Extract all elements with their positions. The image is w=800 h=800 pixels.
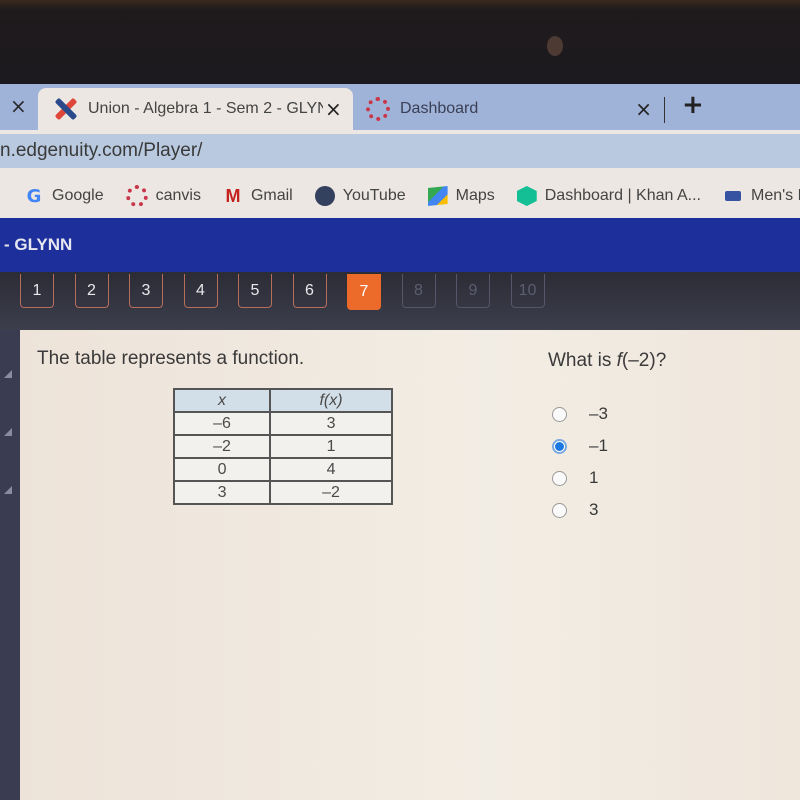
canvas-icon [125,185,148,207]
google-icon: G [26,185,42,207]
screen-bezel [0,0,800,84]
url-text: n.edgenuity.com/Player/ [0,140,203,161]
question-nav-button-1[interactable]: 1 [20,274,54,308]
option-label: 3 [589,500,599,519]
expand-handle-icon[interactable] [4,428,12,436]
course-header: - GLYNN [0,218,800,272]
side-rail [0,272,20,800]
question-text: What is f(–2)? [548,350,666,372]
option-label: 1 [589,468,599,487]
function-table: x f(x) –6 3 –2 1 0 4 3 –2 [172,388,393,505]
question-nav-button-9: 9 [456,274,490,308]
option-label: –1 [589,436,608,455]
problem-prompt: The table represents a function. [37,348,305,369]
column-header-x: x [172,388,272,413]
globe-icon [314,186,335,206]
close-icon[interactable]: × [10,94,27,118]
radio-button[interactable] [552,438,567,454]
tab-title: Union - Algebra 1 - Sem 2 - GLYNN [88,100,323,117]
webcam [547,36,563,56]
question-nav-button-7[interactable]: 7 [347,274,381,310]
answer-option[interactable]: –1 [552,430,608,462]
question-prefix: What is [548,350,617,371]
table-cell: 1 [269,434,393,459]
expand-handle-icon[interactable] [4,486,12,494]
bookmark-khan-academy[interactable]: Dashboard | Khan A... [516,186,701,206]
question-nav-button-4[interactable]: 4 [183,274,218,308]
gmail-icon: M [225,185,241,206]
canvas-icon [366,97,390,121]
answer-options: –3 –1 1 3 [552,398,608,526]
table-row: 0 4 [172,457,393,482]
table-cell: 4 [269,457,393,482]
khan-academy-icon [516,186,537,206]
table-row: –6 3 [172,411,393,436]
tab-dashboard[interactable]: Dashboard × [366,88,666,130]
new-tab-button[interactable]: + [682,90,704,120]
card-icon [723,186,743,206]
close-tab-icon[interactable]: × [635,97,652,121]
table-cell: 3 [172,480,272,505]
question-nav-button-10: 10 [510,274,545,308]
tab-separator [664,97,665,123]
question-suffix: (–2)? [621,350,667,371]
answer-option[interactable]: 1 [552,462,608,494]
bookmark-label: Maps [455,187,495,204]
table-cell: 0 [172,457,272,482]
bookmarks-bar: G Google canvis M Gmail YouTube Maps Das… [0,174,800,218]
bookmark-google[interactable]: G Google [24,185,104,207]
question-nav-button-6[interactable]: 6 [292,274,327,308]
bookmark-mens[interactable]: Men's N [723,186,800,206]
edgenuity-x-icon [52,96,78,122]
table-cell: –6 [172,411,272,436]
table-row: –2 1 [172,434,393,459]
address-bar-row: n.edgenuity.com/Player/ [0,130,800,174]
question-content: The table represents a function. x f(x) … [20,330,800,800]
answer-option[interactable]: –3 [552,398,608,430]
table-cell: –2 [172,434,272,459]
maps-icon [427,186,448,206]
column-header-fx: f(x) [269,388,393,413]
answer-option[interactable]: 3 [552,494,608,526]
table-cell: 3 [269,411,393,436]
question-nav-button-5[interactable]: 5 [238,274,272,308]
bookmark-gmail[interactable]: M Gmail [223,185,293,206]
bookmark-label: Gmail [250,187,293,204]
option-label: –3 [589,404,608,423]
tab-edgenuity[interactable]: Union - Algebra 1 - Sem 2 - GLYNN × [38,88,353,130]
bookmark-label: Google [52,187,104,204]
bookmark-maps[interactable]: Maps [427,186,495,206]
bookmark-youtube[interactable]: YouTube [314,186,406,206]
table-header-row: x f(x) [172,388,393,413]
course-title: - GLYNN [4,235,73,254]
table-cell: –2 [269,480,393,505]
question-nav-button-3[interactable]: 3 [129,274,163,308]
close-tab-icon[interactable]: × [325,97,342,121]
bookmark-label: Men's N [751,187,800,204]
bookmark-label: Dashboard | Khan A... [544,187,701,204]
bookmark-label: canvis [155,187,201,204]
question-nav-button-8: 8 [401,274,436,308]
bookmark-label: YouTube [342,187,406,204]
browser-tab-strip: × Union - Algebra 1 - Sem 2 - GLYNN × Da… [0,84,800,130]
radio-button[interactable] [552,502,567,518]
question-nav: 1 2 3 4 5 6 7 8 9 10 [0,272,800,330]
table-row: 3 –2 [172,480,393,505]
radio-button[interactable] [552,406,567,422]
expand-handle-icon[interactable] [4,370,12,378]
question-nav-button-2[interactable]: 2 [74,274,109,308]
tab-title: Dashboard [400,100,479,117]
bookmark-canvis[interactable]: canvis [125,185,201,207]
radio-button[interactable] [552,470,567,486]
address-bar[interactable]: n.edgenuity.com/Player/ [0,134,800,168]
